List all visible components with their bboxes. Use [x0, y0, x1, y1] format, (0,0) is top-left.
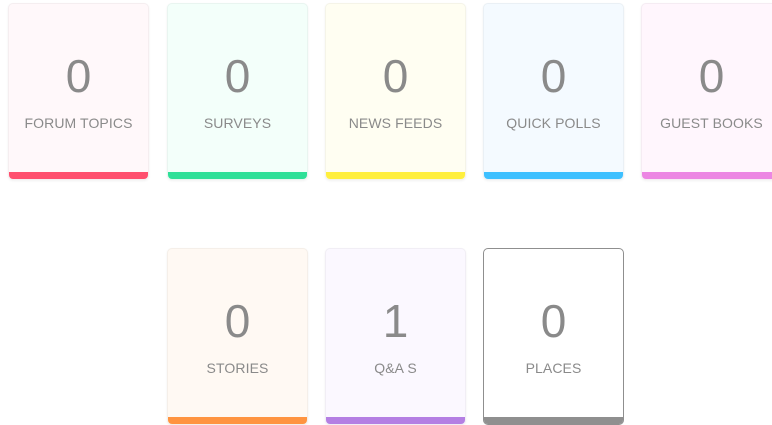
forum-topics-count: 0 [65, 50, 92, 102]
qa-count: 1 [382, 295, 409, 347]
qa-label: Q&A S [374, 360, 417, 376]
forum-topics-color-bar [9, 172, 148, 179]
guest-books-color-bar [642, 172, 772, 179]
stories-label: STORIES [206, 360, 269, 376]
guest-books-card[interactable]: 0 GUEST BOOKS [641, 3, 772, 180]
quick-polls-label: QUICK POLLS [506, 115, 601, 131]
news-feeds-count: 0 [382, 50, 409, 102]
quick-polls-count: 0 [540, 50, 567, 102]
guest-books-count: 0 [698, 50, 725, 102]
news-feeds-label: NEWS FEEDS [348, 115, 443, 131]
places-color-bar [484, 417, 623, 424]
qa-card[interactable]: 1 Q&A S [325, 248, 466, 425]
surveys-color-bar [168, 172, 307, 179]
news-feeds-card[interactable]: 0 NEWS FEEDS [325, 3, 466, 180]
stories-count: 0 [224, 295, 251, 347]
surveys-count: 0 [224, 50, 251, 102]
places-card[interactable]: 0 PLACES [483, 248, 624, 425]
stories-card[interactable]: 0 STORIES [167, 248, 308, 425]
surveys-label: SURVEYS [203, 115, 272, 131]
quick-polls-color-bar [484, 172, 623, 179]
places-count: 0 [540, 295, 567, 347]
places-label: PLACES [525, 360, 582, 376]
stats-grid: 0 FORUM TOPICS 0 SURVEYS 0 NEWS FEEDS 0 … [0, 0, 772, 425]
quick-polls-card[interactable]: 0 QUICK POLLS [483, 3, 624, 180]
guest-books-label: GUEST BOOKS [660, 115, 763, 131]
forum-topics-label: FORUM TOPICS [24, 115, 133, 131]
qa-color-bar [326, 417, 465, 424]
news-feeds-color-bar [326, 172, 465, 179]
surveys-card[interactable]: 0 SURVEYS [167, 3, 308, 180]
stories-color-bar [168, 417, 307, 424]
forum-topics-card[interactable]: 0 FORUM TOPICS [8, 3, 149, 180]
